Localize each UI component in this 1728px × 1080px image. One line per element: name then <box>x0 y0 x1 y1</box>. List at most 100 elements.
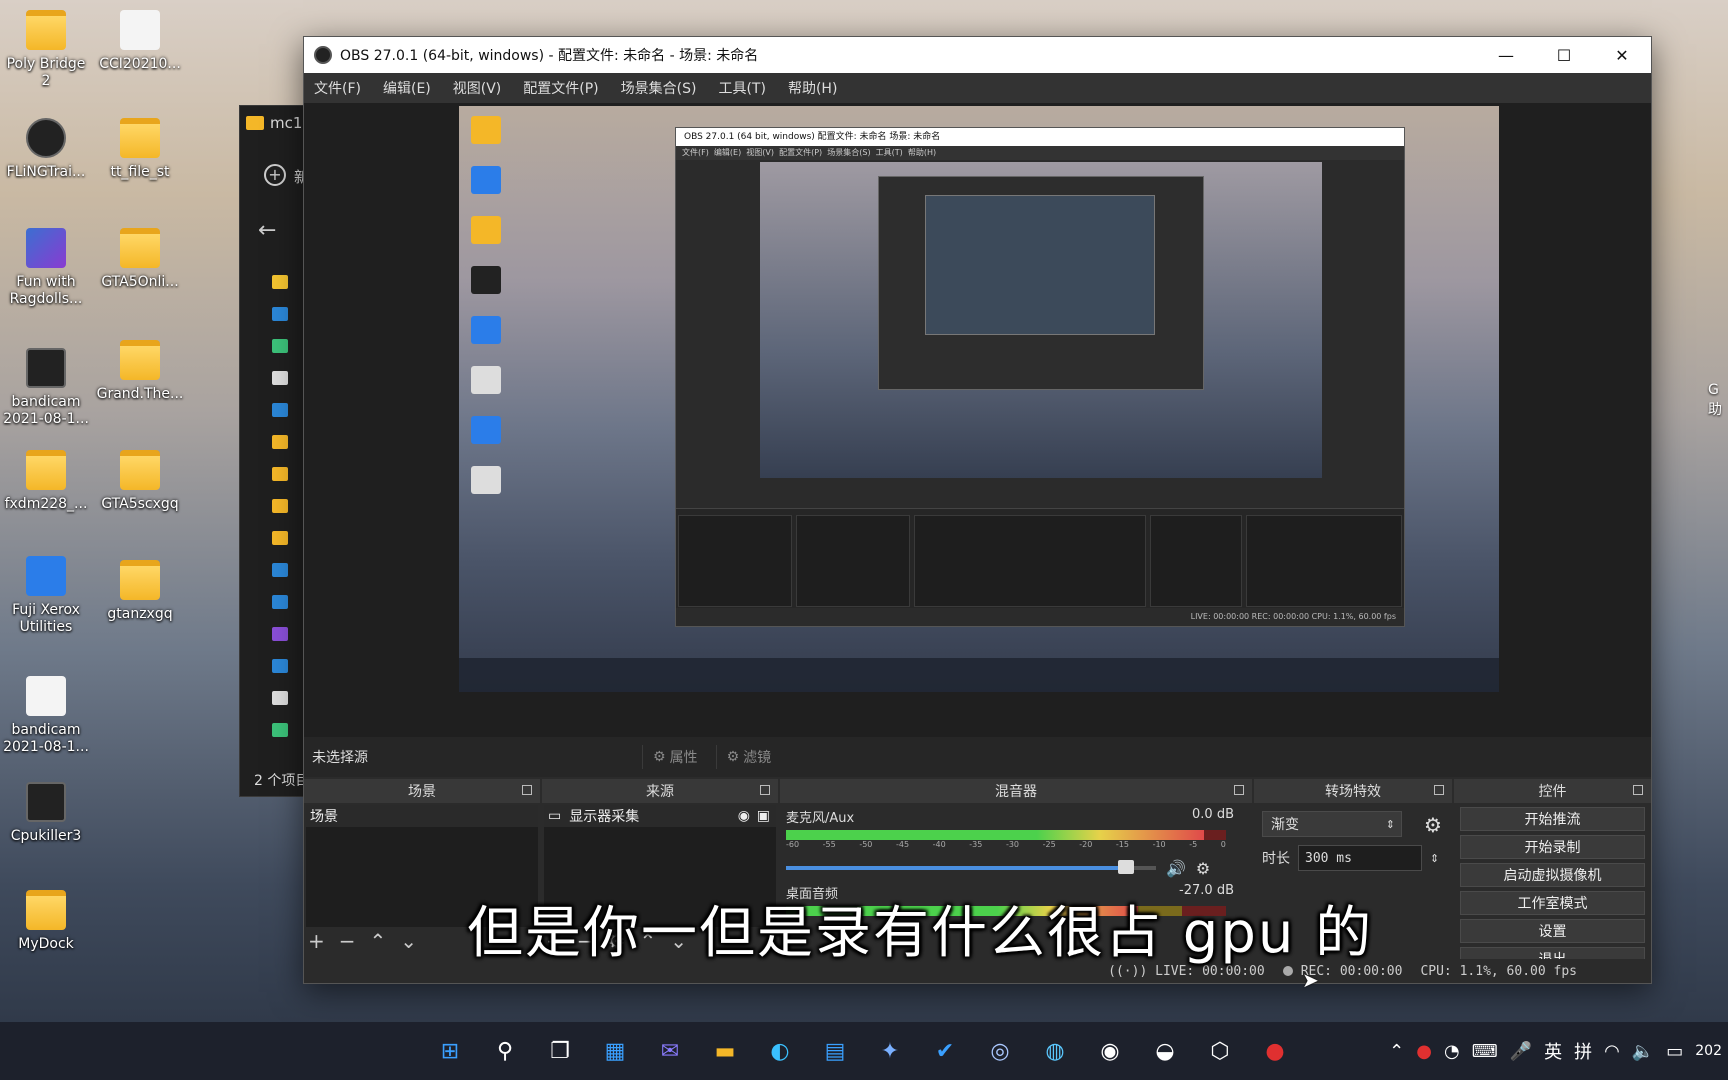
menu-profile[interactable]: 配置文件(P) <box>523 78 598 98</box>
desktop-icon-grand-the[interactable]: Grand.The... <box>92 340 188 403</box>
chat-icon[interactable]: ✉ <box>650 1031 690 1071</box>
maximize-icon[interactable]: ☐ <box>1535 37 1593 73</box>
desktop-icon-bandicam-2[interactable]: bandicam 2021-08-1... <box>0 676 94 756</box>
preview-canvas[interactable]: OBS 27.0.1 (64 bit, windows) 配置文件: 未命名 场… <box>459 106 1499 692</box>
desktop-icon-fling[interactable]: FLiNGTrai... <box>0 118 94 181</box>
desktop-icon-mydock[interactable]: MyDock <box>0 890 94 953</box>
ime-mode[interactable]: 拼 <box>1574 1038 1592 1064</box>
preview-nested-obs-2 <box>878 176 1204 390</box>
volume-icon[interactable]: 🔈 <box>1632 1041 1654 1062</box>
volume-slider[interactable] <box>786 860 1156 874</box>
preview-desktop-icons <box>471 116 621 516</box>
desktop-icon-gta5onli[interactable]: GTA5Onli... <box>92 228 188 291</box>
monitor-icon: ▭ <box>548 808 562 824</box>
battery-icon[interactable]: ▭ <box>1666 1041 1683 1062</box>
move-down-icon[interactable]: ⌄ <box>400 929 417 953</box>
steam-icon[interactable]: ◎ <box>980 1031 1020 1071</box>
folder-icon <box>471 116 501 144</box>
desktop-icon-tt-file[interactable]: tt_file_st <box>92 118 188 181</box>
float-dock-icon[interactable] <box>1633 785 1643 795</box>
record-app-icon[interactable]: ● <box>1255 1031 1295 1071</box>
studio-mode-button[interactable]: 工作室模式 <box>1460 891 1645 915</box>
menu-scene-collection[interactable]: 场景集合(S) <box>621 78 697 98</box>
widgets-icon[interactable]: ▦ <box>595 1031 635 1071</box>
filter-icon: ⚙ <box>726 749 740 765</box>
desktop-icon-gta5scxgq[interactable]: GTA5scxgq <box>92 450 188 513</box>
edge-browser-icon[interactable]: ◐ <box>760 1031 800 1071</box>
preview-nested-title: OBS 27.0.1 (64 bit, windows) 配置文件: 未命名 场… <box>676 128 1404 146</box>
menu-file[interactable]: 文件(F) <box>314 78 361 98</box>
settings-button[interactable]: 设置 <box>1460 919 1645 943</box>
record-tray-icon[interactable]: ● <box>1416 1041 1432 1062</box>
duration-input[interactable]: 300 ms <box>1298 845 1422 871</box>
desktop-icon-fxdm228[interactable]: fxdm228_... <box>0 450 94 513</box>
start-virtual-camera-button[interactable]: 启动虚拟摄像机 <box>1460 863 1645 887</box>
explorer-item-count: 2 个项目 <box>254 773 310 789</box>
properties-button[interactable]: ⚙ 属性 <box>642 745 708 769</box>
clock[interactable]: 202 <box>1695 1043 1722 1059</box>
volume-knob[interactable] <box>1118 860 1135 874</box>
desktop-icon-gtanzxgq[interactable]: gtanzxgq <box>92 560 188 623</box>
desktop-icon-fun-ragdolls[interactable]: Fun with Ragdolls... <box>0 228 94 308</box>
desktop-icon-cpukiller[interactable]: Cpukiller3 <box>0 782 94 845</box>
menu-view[interactable]: 视图(V) <box>453 78 502 98</box>
menu-edit[interactable]: 编辑(E) <box>383 78 431 98</box>
microphone-icon[interactable]: 🎤 <box>1510 1041 1532 1062</box>
source-item[interactable]: ▭ 显示器采集 ◉ ▣ <box>544 805 776 827</box>
desktop-icon-fuji-xerox[interactable]: Fuji Xerox Utilities <box>0 556 94 636</box>
new-icon[interactable]: + <box>264 164 286 186</box>
desktop-icon-bandicam-1[interactable]: bandicam 2021-08-1... <box>0 348 94 428</box>
mail-app-icon[interactable]: ✔ <box>925 1031 965 1071</box>
scene-item[interactable]: 场景 <box>306 805 538 827</box>
float-dock-icon[interactable] <box>1434 785 1444 795</box>
chrome-tray-icon[interactable]: ◔ <box>1444 1041 1460 1062</box>
store-icon[interactable]: ▤ <box>815 1031 855 1071</box>
wifi-icon[interactable]: ◠ <box>1604 1041 1620 1062</box>
close-icon[interactable]: ✕ <box>1593 37 1651 73</box>
speaker-icon[interactable]: 🔊 <box>1166 859 1186 878</box>
visibility-eye-icon[interactable]: ◉ <box>738 808 750 824</box>
network-app-icon[interactable]: ◍ <box>1035 1031 1075 1071</box>
filters-button[interactable]: ⚙ 滤镜 <box>715 745 782 769</box>
menu-help[interactable]: 帮助(H) <box>788 78 837 98</box>
game-app-icon[interactable]: ◉ <box>1090 1031 1130 1071</box>
gear-icon: ⚙ <box>653 749 666 765</box>
search-icon[interactable]: ⚲ <box>485 1031 525 1071</box>
obs-window[interactable]: OBS 27.0.1 (64-bit, windows) - 配置文件: 未命名… <box>303 36 1652 984</box>
menu-tools[interactable]: 工具(T) <box>718 78 765 98</box>
back-arrow-icon[interactable]: ← <box>258 218 276 243</box>
add-icon[interactable]: + <box>308 929 325 953</box>
desktop-icon-cci[interactable]: CCI20210... <box>92 10 188 73</box>
preview-nested-obs-3 <box>925 195 1155 335</box>
move-up-icon[interactable]: ⌃ <box>370 929 387 953</box>
keyboard-icon[interactable]: ⌨ <box>1472 1041 1498 1062</box>
gear-icon[interactable]: ⚙ <box>1424 813 1442 837</box>
start-recording-button[interactable]: 开始录制 <box>1460 835 1645 859</box>
lock-icon[interactable]: ▣ <box>757 808 770 824</box>
volume-control: 🔊 ⚙ <box>786 858 1246 878</box>
scenes-dock-footer: + − ⌃ ⌄ <box>308 929 417 953</box>
task-view-icon[interactable]: ❐ <box>540 1031 580 1071</box>
desktop-icon-poly-bridge[interactable]: Poly Bridge 2 <box>0 10 94 90</box>
start-menu-icon[interactable]: ⊞ <box>430 1031 470 1071</box>
gear-icon[interactable]: ⚙ <box>1196 859 1210 878</box>
unity-icon[interactable]: ⬡ <box>1200 1031 1240 1071</box>
float-dock-icon[interactable] <box>760 785 770 795</box>
controls-dock-header: 控件 <box>1454 779 1651 803</box>
remove-icon[interactable]: − <box>339 929 356 953</box>
volume-level <box>786 866 1127 870</box>
obs-taskbar-icon[interactable]: ◒ <box>1145 1031 1185 1071</box>
ime-language[interactable]: 英 <box>1544 1038 1562 1064</box>
desktop-icon <box>272 307 288 321</box>
start-streaming-button[interactable]: 开始推流 <box>1460 807 1645 831</box>
obs-titlebar[interactable]: OBS 27.0.1 (64-bit, windows) - 配置文件: 未命名… <box>304 37 1651 73</box>
file-explorer-icon[interactable]: ▬ <box>705 1031 745 1071</box>
star-app-icon[interactable]: ✦ <box>870 1031 910 1071</box>
chevron-up-icon[interactable]: ⌃ <box>1389 1041 1404 1062</box>
float-dock-icon[interactable] <box>522 785 532 795</box>
transition-select[interactable]: 渐变 ⇕ <box>1262 811 1402 837</box>
meter-tick-label: -50 <box>859 840 873 849</box>
spinner-icon[interactable]: ⇕ <box>1430 852 1439 865</box>
minimize-icon[interactable]: — <box>1477 37 1535 73</box>
float-dock-icon[interactable] <box>1234 785 1244 795</box>
